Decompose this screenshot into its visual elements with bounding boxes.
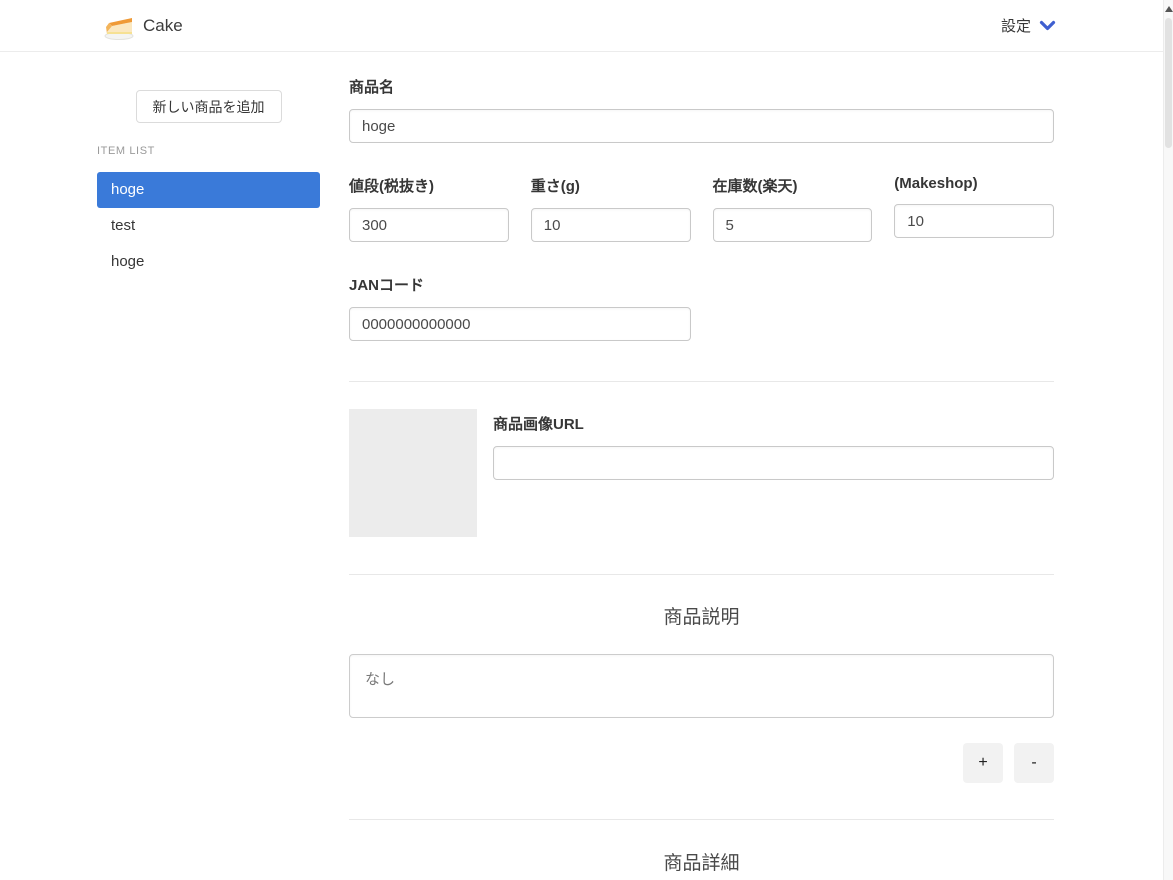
description-heading: 商品説明 bbox=[663, 607, 740, 628]
stock-rakuten-label: 在庫数(楽天) bbox=[712, 178, 798, 195]
item-list-entry-test[interactable]: test bbox=[97, 208, 320, 244]
add-description-button[interactable]: + bbox=[963, 743, 1003, 783]
product-name-label: 商品名 bbox=[349, 79, 395, 96]
weight-input[interactable] bbox=[530, 208, 691, 242]
description-stepper: + - bbox=[349, 743, 1054, 783]
stock-rakuten-field-group: 在庫数(楽天) bbox=[712, 175, 873, 242]
add-item-button[interactable]: 新しい商品を追加 bbox=[135, 90, 282, 123]
numeric-fields-row: 値段(税抜き) 重さ(g) 在庫数(楽天) (Makeshop) bbox=[349, 175, 1054, 242]
jan-code-field-group: JANコード bbox=[349, 274, 691, 341]
sidebar: 新しい商品を追加 ITEM LIST hoge test hoge bbox=[97, 52, 320, 880]
vertical-scrollbar[interactable] bbox=[1163, 0, 1173, 880]
image-url-label: 商品画像URL bbox=[493, 416, 584, 433]
divider-2 bbox=[349, 574, 1054, 575]
scrollbar-up-icon[interactable] bbox=[1165, 6, 1173, 12]
divider-3 bbox=[349, 819, 1054, 820]
remove-description-button[interactable]: - bbox=[1014, 743, 1054, 783]
jan-code-input[interactable] bbox=[349, 307, 691, 341]
image-url-input[interactable] bbox=[493, 446, 1054, 480]
weight-field-group: 重さ(g) bbox=[530, 175, 691, 242]
item-list: hoge test hoge bbox=[97, 172, 320, 280]
price-label: 値段(税抜き) bbox=[349, 178, 434, 195]
product-name-input[interactable] bbox=[349, 109, 1054, 143]
settings-label: 設定 bbox=[1000, 18, 1031, 35]
product-form: 商品名 値段(税抜き) 重さ(g) 在庫数(楽天) (Makeshop) JAN… bbox=[349, 52, 1054, 880]
app-title: Cake bbox=[143, 15, 183, 35]
stock-makeshop-input[interactable] bbox=[894, 204, 1054, 238]
sidebar-main-gap bbox=[320, 52, 349, 880]
item-list-title: ITEM LIST bbox=[97, 145, 155, 157]
divider-1 bbox=[349, 381, 1054, 382]
stock-rakuten-input[interactable] bbox=[712, 208, 873, 242]
jan-code-label: JANコード bbox=[349, 277, 425, 294]
description-textarea[interactable]: なし bbox=[349, 654, 1054, 718]
settings-dropdown[interactable]: 設定 bbox=[1001, 15, 1056, 36]
stock-makeshop-label: (Makeshop) bbox=[894, 175, 978, 192]
brand: Cake bbox=[103, 11, 183, 41]
app-header: Cake 設定 bbox=[0, 0, 1173, 52]
price-field-group: 値段(税抜き) bbox=[349, 175, 509, 242]
stock-makeshop-field-group: (Makeshop) bbox=[894, 175, 1054, 242]
weight-label: 重さ(g) bbox=[530, 178, 580, 195]
price-input[interactable] bbox=[349, 208, 509, 242]
product-name-field-group: 商品名 bbox=[349, 76, 1054, 143]
image-section: 商品画像URL bbox=[349, 409, 1054, 537]
page-body: 新しい商品を追加 ITEM LIST hoge test hoge 商品名 値段… bbox=[97, 52, 1054, 880]
image-url-field-group: 商品画像URL bbox=[493, 409, 1054, 537]
item-list-entry-hoge-2[interactable]: hoge bbox=[97, 244, 320, 280]
chevron-down-icon bbox=[1039, 19, 1056, 32]
item-list-entry-hoge-1[interactable]: hoge bbox=[97, 172, 320, 208]
detail-heading: 商品詳細 bbox=[663, 853, 740, 874]
cake-logo-icon bbox=[103, 11, 135, 41]
scrollbar-thumb[interactable] bbox=[1165, 18, 1172, 148]
product-image-placeholder bbox=[349, 409, 477, 537]
